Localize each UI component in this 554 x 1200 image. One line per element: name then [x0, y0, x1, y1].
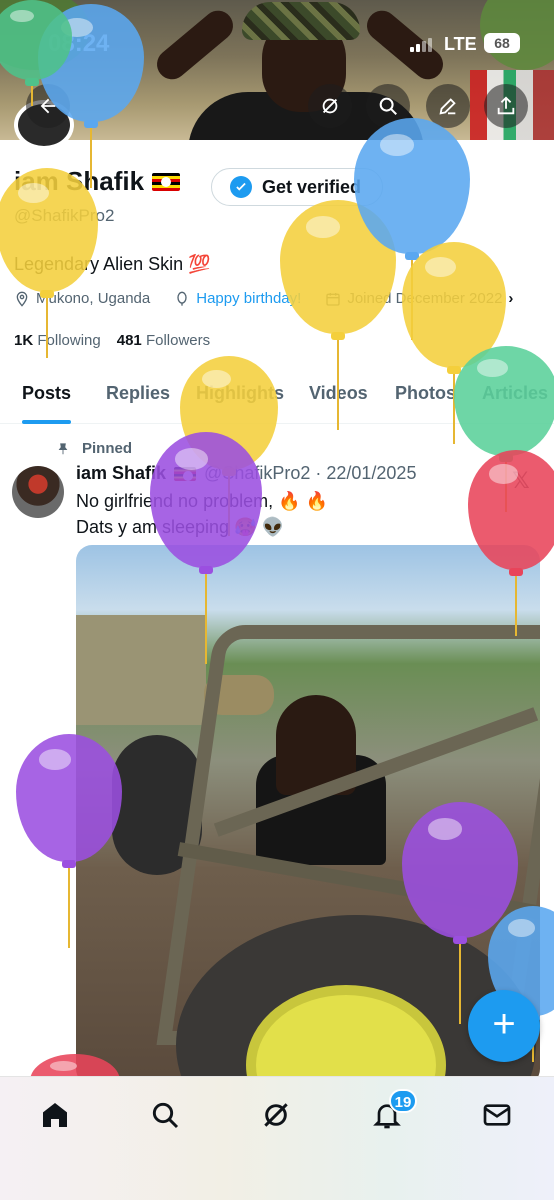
x-logo-icon: 𝕏	[512, 468, 530, 493]
network-type: LTE	[444, 34, 477, 54]
nav-notifications[interactable]: 19	[357, 1089, 417, 1135]
profile-bio: Legendary Alien Skin 💯	[14, 254, 211, 274]
profile-location: Mukono, Uganda	[36, 290, 151, 307]
search-icon	[379, 97, 397, 115]
status-bar: 08:24 LTE 68	[0, 20, 554, 66]
profile-name: iam Shafik	[14, 166, 181, 197]
profile-joined: Joined December 2022	[347, 290, 503, 307]
post-author-name[interactable]: iam Shafik	[76, 463, 166, 484]
messages-icon	[483, 1104, 511, 1126]
bottom-navigation: 19	[0, 1076, 554, 1200]
get-verified-label: Get verified	[262, 176, 362, 197]
post-author-meta: @ShafikPro2 · 22/01/2025	[204, 463, 417, 483]
following-link[interactable]: 1K Following	[14, 332, 101, 349]
search-icon	[152, 1102, 179, 1129]
balloon-icon	[177, 291, 187, 306]
location-icon	[16, 291, 28, 307]
follow-stats: 1K Following 481 Followers	[14, 332, 210, 349]
post-text: No girlfriend no problem, 🔥 🔥 Dats y am …	[76, 488, 328, 540]
share-button[interactable]	[484, 84, 528, 128]
signal-icon	[410, 38, 434, 52]
back-button[interactable]	[26, 84, 70, 128]
post-text-line2: Dats y am sleeping 🥵 👽	[76, 517, 284, 537]
pinned-indicator: Pinned	[56, 440, 132, 457]
birthday-link[interactable]: Happy birthday!	[196, 290, 301, 307]
chevron-right-icon[interactable]: ›	[508, 290, 513, 307]
tab-highlights[interactable]: Highlights	[196, 368, 284, 424]
status-time: 08:24	[48, 30, 110, 57]
profile-handle: @ShafikPro2	[14, 206, 115, 225]
profile-meta: Mukono, Uganda Happy birthday! Joined De…	[14, 290, 513, 307]
followers-link[interactable]: 481 Followers	[117, 332, 210, 349]
plus-icon: +	[492, 1002, 516, 1046]
tab-photos[interactable]: Photos	[395, 368, 456, 424]
followers-count: 481	[116, 332, 142, 349]
profile-tabs: Posts Replies Highlights Videos Photos A…	[0, 368, 554, 424]
nav-grok[interactable]	[246, 1095, 306, 1135]
notification-badge: 19	[389, 1089, 417, 1113]
edit-icon	[439, 98, 456, 115]
followers-label: Followers	[145, 332, 211, 349]
post-avatar[interactable]	[12, 466, 64, 518]
grok-button[interactable]	[308, 84, 352, 128]
post-text-line1: No girlfriend no problem, 🔥 🔥	[76, 491, 328, 511]
profile-name-text: iam Shafik	[14, 166, 145, 196]
nav-home[interactable]	[25, 1095, 85, 1135]
post-image[interactable]	[76, 545, 540, 1085]
following-label: Following	[37, 332, 101, 349]
edit-button[interactable]	[426, 84, 470, 128]
following-count: 1K	[14, 332, 34, 349]
compose-button[interactable]: +	[468, 990, 540, 1062]
tab-articles[interactable]: Articles	[482, 368, 548, 424]
nav-messages[interactable]	[467, 1095, 527, 1135]
tab-videos[interactable]: Videos	[309, 368, 368, 424]
home-icon	[43, 1103, 67, 1127]
arrow-left-icon	[40, 98, 56, 114]
balloon-decoration	[354, 118, 470, 342]
share-icon	[497, 96, 515, 115]
uganda-flag-icon	[174, 466, 197, 481]
battery-icon: 68	[484, 33, 520, 53]
tab-replies[interactable]: Replies	[106, 368, 170, 424]
pin-icon	[58, 442, 68, 454]
grok-icon	[322, 98, 338, 114]
uganda-flag-icon	[152, 172, 181, 191]
verified-badge-icon	[230, 176, 252, 198]
tab-posts[interactable]: Posts	[22, 368, 72, 424]
post-header: iam Shafik @ShafikPro2 · 22/01/2025	[76, 463, 416, 484]
nav-search[interactable]	[135, 1095, 195, 1135]
pinned-label: Pinned	[82, 440, 133, 457]
grok-icon	[264, 1103, 288, 1127]
calendar-icon	[326, 292, 340, 306]
get-verified-button[interactable]: Get verified	[211, 168, 383, 206]
search-button[interactable]	[366, 84, 410, 128]
